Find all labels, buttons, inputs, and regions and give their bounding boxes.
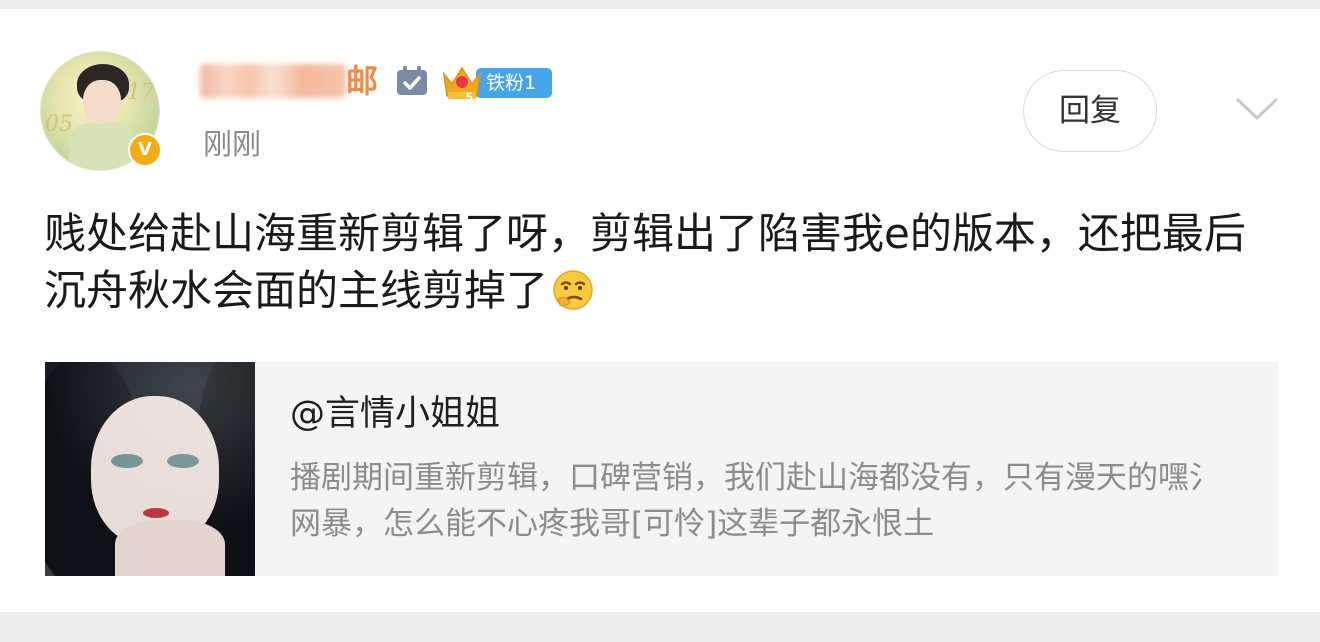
quoted-text-fade — [1085, 502, 1245, 552]
avatar[interactable]: 05 17 V — [40, 51, 164, 171]
username[interactable]: 邮 — [200, 60, 380, 102]
svg-text:5: 5 — [466, 90, 473, 102]
post-body: 贱处给赴山海重新剪辑了呀，剪辑出了陷害我e的版本，还把最后沉舟秋水会面的主线剪掉… — [44, 205, 1284, 319]
fan-badge[interactable]: 铁粉1 5 — [440, 62, 552, 102]
username-visible-tail: 邮 — [346, 62, 379, 100]
crown-icon: 5 — [442, 66, 482, 102]
calendar-check-icon — [397, 66, 427, 95]
reply-button[interactable]: 回复 — [1023, 70, 1157, 152]
verified-v-icon: V — [128, 133, 162, 167]
avatar-number-right: 17 — [127, 80, 155, 105]
username-redacted — [200, 64, 346, 98]
quoted-post-thumbnail — [45, 362, 255, 576]
post-time: 刚刚 — [203, 127, 262, 161]
bottom-divider — [0, 612, 1320, 642]
chevron-down-icon[interactable] — [1234, 94, 1280, 124]
fan-badge-label: 铁粉1 — [476, 68, 552, 98]
thinking-face-emoji — [553, 270, 593, 310]
top-divider — [0, 0, 1320, 9]
avatar-number-left: 05 — [45, 112, 73, 137]
quoted-author[interactable]: @言情小姐姐 — [290, 390, 500, 438]
post-text: 贱处给赴山海重新剪辑了呀，剪辑出了陷害我e的版本，还把最后沉舟秋水会面的主线剪掉… — [44, 209, 1246, 315]
quoted-post[interactable]: @言情小姐姐 播剧期间重新剪辑，口碑营销，我们赴山海都没有，只有漫天的嘿氵网暴，… — [45, 362, 1278, 576]
